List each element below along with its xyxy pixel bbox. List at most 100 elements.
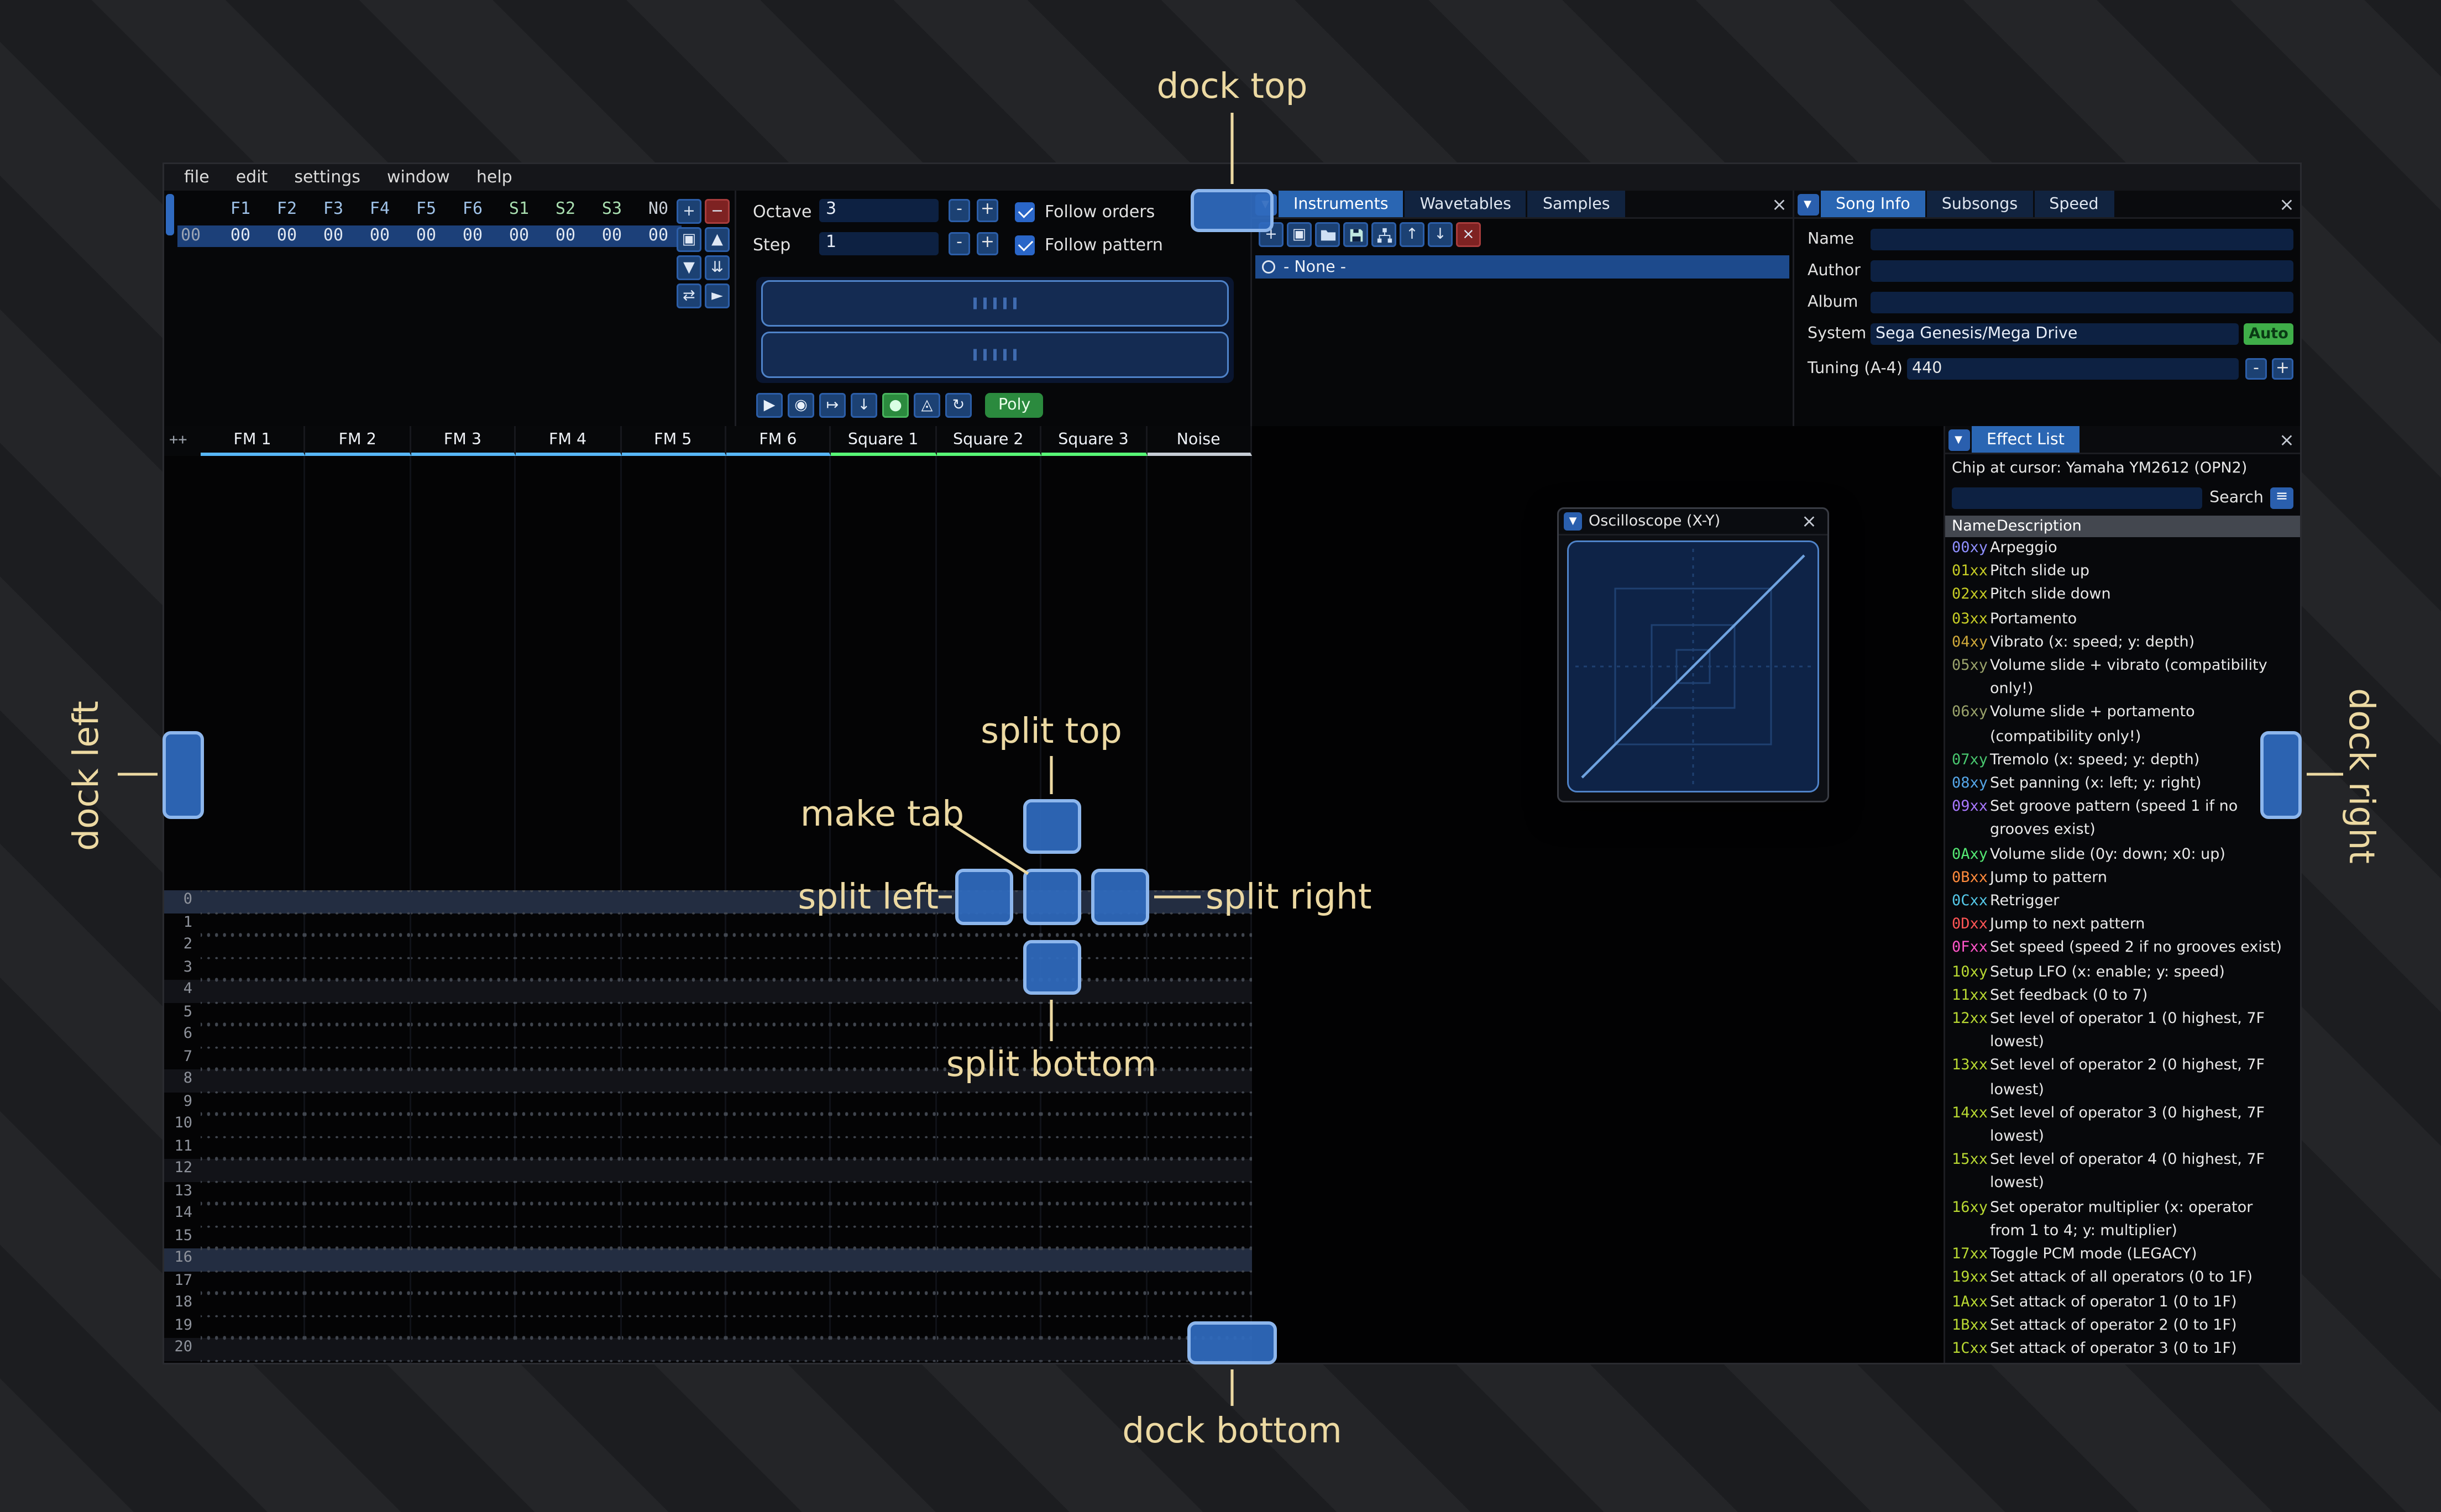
pattern-cell[interactable] — [936, 1159, 1042, 1182]
move-order-up-button[interactable]: ▲ — [705, 227, 730, 252]
pattern-cell[interactable] — [831, 1159, 937, 1182]
pattern-cell[interactable] — [936, 1293, 1042, 1316]
pattern-row[interactable]: 16 — [164, 1248, 1252, 1271]
name-input[interactable] — [1871, 229, 2293, 250]
pattern-cell[interactable] — [831, 1047, 937, 1069]
pattern-cell[interactable] — [726, 1114, 832, 1137]
pattern-cell[interactable] — [306, 1047, 411, 1069]
pattern-row[interactable]: 9 — [164, 1091, 1252, 1114]
pattern-cell[interactable] — [726, 1315, 832, 1338]
pattern-cell[interactable] — [1146, 1025, 1252, 1047]
pattern-cell[interactable] — [411, 957, 516, 980]
pattern-cell[interactable] — [306, 1136, 411, 1159]
album-input[interactable] — [1871, 292, 2293, 313]
poly-button[interactable]: Poly — [985, 393, 1044, 418]
channel-header-fm-4[interactable]: FM 4 — [516, 426, 621, 456]
pattern-cell[interactable] — [1146, 957, 1252, 980]
pattern-cell[interactable] — [411, 1338, 516, 1361]
octave-increase-button[interactable]: + — [977, 199, 998, 222]
menu-window[interactable]: window — [374, 169, 463, 187]
move-instrument-up-button[interactable]: ↑ — [1400, 222, 1424, 247]
pattern-cell[interactable] — [831, 1181, 937, 1204]
delete-instrument-button[interactable]: × — [1456, 222, 1481, 247]
pattern-cell[interactable] — [306, 1360, 411, 1363]
edit-record-button[interactable]: ● — [882, 393, 909, 418]
metronome-button[interactable]: ◬ — [914, 393, 940, 418]
pattern-cell[interactable] — [936, 1360, 1042, 1363]
pattern-cell[interactable] — [1041, 1271, 1147, 1293]
pattern-cell[interactable] — [621, 1181, 726, 1204]
pattern-cell[interactable] — [621, 935, 726, 958]
pattern-cell[interactable] — [936, 1002, 1042, 1025]
pattern-cell[interactable] — [1041, 1204, 1147, 1226]
pattern-cell[interactable] — [726, 1136, 832, 1159]
pattern-cell[interactable] — [1146, 1091, 1252, 1114]
pattern-cell[interactable] — [831, 1338, 937, 1361]
pattern-cell[interactable] — [306, 890, 411, 913]
pattern-cell[interactable] — [831, 935, 937, 958]
dock-target-right[interactable] — [2260, 731, 2302, 819]
pattern-cell[interactable] — [411, 1114, 516, 1137]
pattern-cell[interactable] — [411, 1315, 516, 1338]
pattern-cell[interactable] — [201, 957, 306, 980]
pattern-cell[interactable] — [621, 980, 726, 1002]
pattern-cell[interactable] — [831, 1315, 937, 1338]
pattern-cell[interactable] — [1146, 1047, 1252, 1069]
pattern-cell[interactable] — [411, 1069, 516, 1092]
pattern-cell[interactable] — [306, 935, 411, 958]
pattern-cell[interactable] — [201, 1338, 306, 1361]
pattern-cell[interactable] — [831, 1293, 937, 1316]
octave-decrease-button[interactable]: - — [949, 199, 970, 222]
pattern-cell[interactable] — [411, 1226, 516, 1248]
pattern-cell[interactable] — [621, 1338, 726, 1361]
pattern-cell[interactable] — [516, 1025, 621, 1047]
pattern-cell[interactable] — [1146, 980, 1252, 1002]
pattern-cell[interactable] — [726, 1091, 832, 1114]
pattern-cell[interactable] — [1146, 1271, 1252, 1293]
scroll-follow-button[interactable]: ↓ — [851, 393, 877, 418]
pattern-cell[interactable] — [1041, 1338, 1147, 1361]
pattern-cell[interactable] — [936, 1136, 1042, 1159]
pattern-cell[interactable] — [936, 1181, 1042, 1204]
pattern-cell[interactable] — [306, 1271, 411, 1293]
pattern-row[interactable]: 20 — [164, 1338, 1252, 1361]
order-cell[interactable]: 00 — [217, 227, 264, 245]
channel-header-noise[interactable]: Noise — [1146, 426, 1252, 456]
pattern-cell[interactable] — [306, 1002, 411, 1025]
pattern-row[interactable]: 18 — [164, 1293, 1252, 1316]
pattern-cell[interactable] — [936, 1114, 1042, 1137]
pattern-cell[interactable] — [936, 1204, 1042, 1226]
pattern-cell[interactable] — [411, 935, 516, 958]
pattern-cell[interactable] — [726, 1271, 832, 1293]
pattern-cell[interactable] — [516, 1271, 621, 1293]
pattern-cell[interactable] — [516, 1091, 621, 1114]
tuning-increase-button[interactable]: + — [2272, 358, 2293, 380]
pattern-cell[interactable] — [201, 912, 306, 935]
order-edit-button[interactable]: ► — [705, 284, 730, 308]
save-instrument-button[interactable] — [1343, 222, 1368, 247]
pattern-cell[interactable] — [1146, 1136, 1252, 1159]
dock-target-bottom[interactable] — [1187, 1321, 1277, 1364]
move-order-down-button[interactable]: ▼ — [677, 255, 701, 280]
hamburger-icon[interactable]: ≡ — [2270, 486, 2293, 508]
pattern-cell[interactable] — [831, 1248, 937, 1271]
pattern-row[interactable]: 4 — [164, 980, 1252, 1002]
menu-edit[interactable]: edit — [223, 169, 281, 187]
pattern-cell[interactable] — [831, 980, 937, 1002]
pattern-row[interactable]: 10 — [164, 1114, 1252, 1137]
pattern-row[interactable]: 11 — [164, 1136, 1252, 1159]
channel-header-square-1[interactable]: Square 1 — [831, 426, 937, 456]
pattern-cell[interactable] — [621, 1271, 726, 1293]
pattern-cell[interactable] — [201, 1315, 306, 1338]
close-icon[interactable]: × — [2274, 426, 2300, 453]
pattern-cell[interactable] — [411, 912, 516, 935]
order-cell[interactable]: 00 — [264, 227, 310, 245]
tuning-input[interactable]: 440 — [1907, 358, 2239, 380]
pattern-cell[interactable] — [516, 1136, 621, 1159]
pattern-cell[interactable] — [831, 1226, 937, 1248]
tab-wavetables[interactable]: Wavetables — [1405, 191, 1526, 217]
pattern-cell[interactable] — [621, 1293, 726, 1316]
pattern-row[interactable]: 21 — [164, 1360, 1252, 1363]
pattern-cell[interactable] — [201, 1248, 306, 1271]
pattern-cell[interactable] — [726, 1002, 832, 1025]
